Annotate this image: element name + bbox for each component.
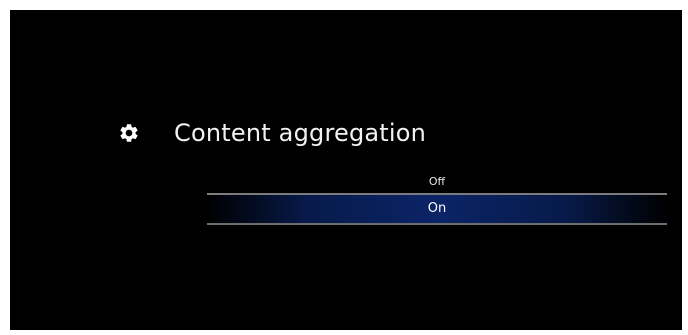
option-on-selected[interactable]: On: [207, 195, 667, 225]
gear-icon: [120, 124, 138, 142]
setting-header: Content aggregation: [118, 113, 426, 153]
settings-screen: Content aggregation Off On: [10, 10, 682, 330]
option-off[interactable]: Off: [207, 170, 667, 195]
option-list: Off On: [207, 170, 667, 225]
page-title: Content aggregation: [174, 119, 427, 147]
